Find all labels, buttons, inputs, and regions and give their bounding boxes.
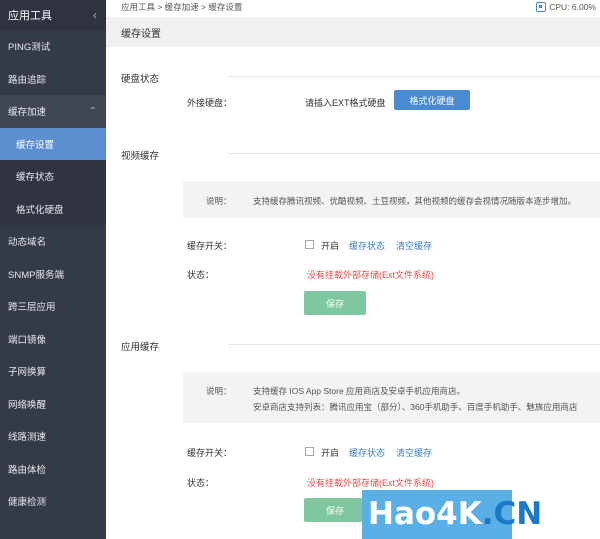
- note-text: 支持缓存腾讯视频、优酷视频、土豆视频，其他视频的缓存会视情况随版本逐步增加。: [253, 196, 577, 206]
- app-switch-label: 缓存开关：: [187, 448, 233, 458]
- page-title: 缓存设置: [106, 17, 600, 47]
- video-switch-label: 缓存开关：: [187, 241, 233, 251]
- sidebar-item-label: 缓存加速: [8, 107, 47, 119]
- app-status-label: 状态：: [187, 478, 215, 488]
- watermark-main: Hao4K: [368, 496, 482, 532]
- sidebar-item-health[interactable]: 健康检测: [0, 485, 106, 518]
- section-title-video: 视频缓存: [121, 151, 160, 162]
- video-save-button[interactable]: 保存: [304, 291, 366, 315]
- note-label: 说明：: [206, 386, 232, 396]
- disk-label: 外接硬盘：: [187, 98, 233, 108]
- sidebar-item-ddns[interactable]: 动态域名: [0, 225, 106, 258]
- chevron-left-icon[interactable]: ‹: [93, 8, 97, 22]
- chevron-up-icon: ⌃: [88, 105, 97, 117]
- app-clear-cache-link[interactable]: 清空缓存: [396, 446, 432, 459]
- disk-value: 请插入EXT格式硬盘: [305, 98, 386, 108]
- watermark-logo: Hao4K.CN: [362, 490, 600, 539]
- video-enable-label: 开启: [321, 241, 340, 251]
- sidebar-header[interactable]: 应用工具 ‹: [0, 0, 106, 30]
- app-save-button[interactable]: 保存: [304, 498, 366, 522]
- sidebar-item-wol[interactable]: 网络唤醒: [0, 388, 106, 421]
- cpu-value: CPU: 6.00%: [549, 1, 596, 12]
- sidebar-subitem-cache-settings[interactable]: 缓存设置: [0, 127, 106, 160]
- app-note-box: 说明： 支持缓存 IOS App Store 应用商店及安卓手机应用商店。 安卓…: [183, 372, 600, 423]
- section-title-disk: 硬盘状态: [121, 74, 160, 85]
- video-status-value: 没有挂载外部存储(Ext文件系统): [307, 270, 434, 280]
- sidebar-item-snmp[interactable]: SNMP服务端: [0, 258, 106, 291]
- sidebar-item-speedtest[interactable]: 线路测速: [0, 420, 106, 453]
- video-status-label: 状态：: [187, 270, 215, 280]
- video-note-box: 说明： 支持缓存腾讯视频、优酷视频、土豆视频，其他视频的缓存会视情况随版本逐步增…: [183, 181, 600, 218]
- app-status-value: 没有挂载外部存储(Ext文件系统): [307, 478, 434, 488]
- note-label: 说明：: [206, 196, 232, 206]
- watermark-text: Hao4K.CN: [368, 496, 542, 532]
- note-text-line2: 安卓商店支持列表：腾讯应用宝（部分）、360手机助手、百度手机助手、魅族应用商店: [253, 402, 578, 412]
- topbar: 应用工具 > 缓存加速 > 缓存设置 CPU: 6.00%: [106, 0, 600, 13]
- sidebar-item-cache-accel[interactable]: 缓存加速 ⌃: [0, 95, 106, 128]
- divider: [228, 153, 600, 154]
- sidebar-subitem-format-disk[interactable]: 格式化硬盘: [0, 192, 106, 225]
- sidebar-item-traceroute[interactable]: 路由追踪: [0, 63, 106, 96]
- cpu-indicator: CPU: 6.00%: [536, 1, 596, 12]
- section-title-app: 应用缓存: [121, 342, 160, 353]
- video-enable-checkbox[interactable]: [305, 240, 314, 249]
- sidebar-item-subnet[interactable]: 子网换算: [0, 355, 106, 388]
- app-enable-checkbox[interactable]: [305, 447, 314, 456]
- sidebar-title: 应用工具: [8, 10, 52, 22]
- watermark-suffix: .CN: [481, 496, 543, 532]
- sidebar: 应用工具 ‹ PING测试 路由追踪 缓存加速 ⌃ 缓存设置 缓存状态 格式化硬…: [0, 0, 106, 539]
- sidebar-item-ping[interactable]: PING测试: [0, 30, 106, 63]
- breadcrumb: 应用工具 > 缓存加速 > 缓存设置: [121, 1, 243, 12]
- sidebar-item-l3[interactable]: 跨三层应用: [0, 290, 106, 323]
- divider: [228, 344, 600, 345]
- cpu-icon: [536, 1, 547, 12]
- note-text-line1: 支持缓存 IOS App Store 应用商店及安卓手机应用商店。: [253, 386, 466, 396]
- app-cache-status-link[interactable]: 缓存状态: [349, 446, 385, 459]
- divider: [228, 76, 600, 77]
- format-disk-button[interactable]: 格式化硬盘: [394, 90, 470, 110]
- sidebar-item-port-mirror[interactable]: 端口镜像: [0, 323, 106, 356]
- video-cache-status-link[interactable]: 缓存状态: [349, 239, 385, 252]
- app-enable-label: 开启: [321, 448, 340, 458]
- sidebar-item-router-check[interactable]: 路由体检: [0, 453, 106, 486]
- video-clear-cache-link[interactable]: 清空缓存: [396, 239, 432, 252]
- sidebar-subitem-cache-status[interactable]: 缓存状态: [0, 160, 106, 193]
